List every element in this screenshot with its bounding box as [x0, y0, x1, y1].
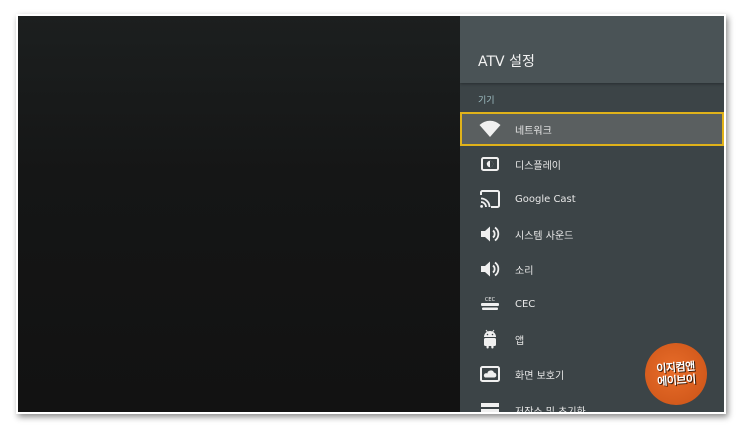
display-icon [479, 153, 501, 175]
menu-item-label: Google Cast [515, 193, 576, 205]
menu-item-label: 네트워크 [515, 125, 552, 137]
tv-screen: ATV 설정 기기 네트워크 디스플레이 Google Cast 시스템 사운드… [18, 16, 724, 412]
watermark-line-2: 에이브이 [656, 372, 697, 389]
menu-item-label: 저장소 및 초기화 [515, 406, 586, 413]
panel-title: ATV 설정 [478, 54, 535, 70]
menu-item-display[interactable]: 디스플레이 [460, 147, 724, 181]
menu-item-network[interactable]: 네트워크 [460, 112, 724, 146]
menu-item-google-cast[interactable]: Google Cast [460, 182, 724, 216]
menu-item-system-sound[interactable]: 시스템 사운드 [460, 217, 724, 251]
menu-item-label: 시스템 사운드 [515, 230, 574, 242]
screensaver-icon [479, 363, 501, 385]
speaker-icon [479, 258, 501, 280]
screenshot-frame: ATV 설정 기기 네트워크 디스플레이 Google Cast 시스템 사운드… [16, 14, 726, 414]
wifi-icon [479, 118, 501, 140]
panel-header: ATV 설정 [460, 16, 724, 83]
menu-item-label: 화면 보호기 [515, 370, 565, 382]
menu-item-label: 디스플레이 [515, 160, 561, 172]
menu-item-cec[interactable]: CEC CEC [460, 287, 724, 321]
cast-icon [479, 188, 501, 210]
menu-item-label: 소리 [515, 265, 534, 277]
storage-icon [479, 399, 501, 412]
menu-item-sound[interactable]: 소리 [460, 252, 724, 286]
menu-item-label: CEC [515, 298, 536, 310]
menu-item-label: 앱 [515, 335, 525, 347]
svg-text:CEC: CEC [485, 297, 496, 303]
speaker-icon [479, 223, 501, 245]
cec-icon: CEC [479, 293, 501, 315]
android-icon [479, 328, 501, 350]
section-label-device: 기기 [478, 96, 495, 106]
